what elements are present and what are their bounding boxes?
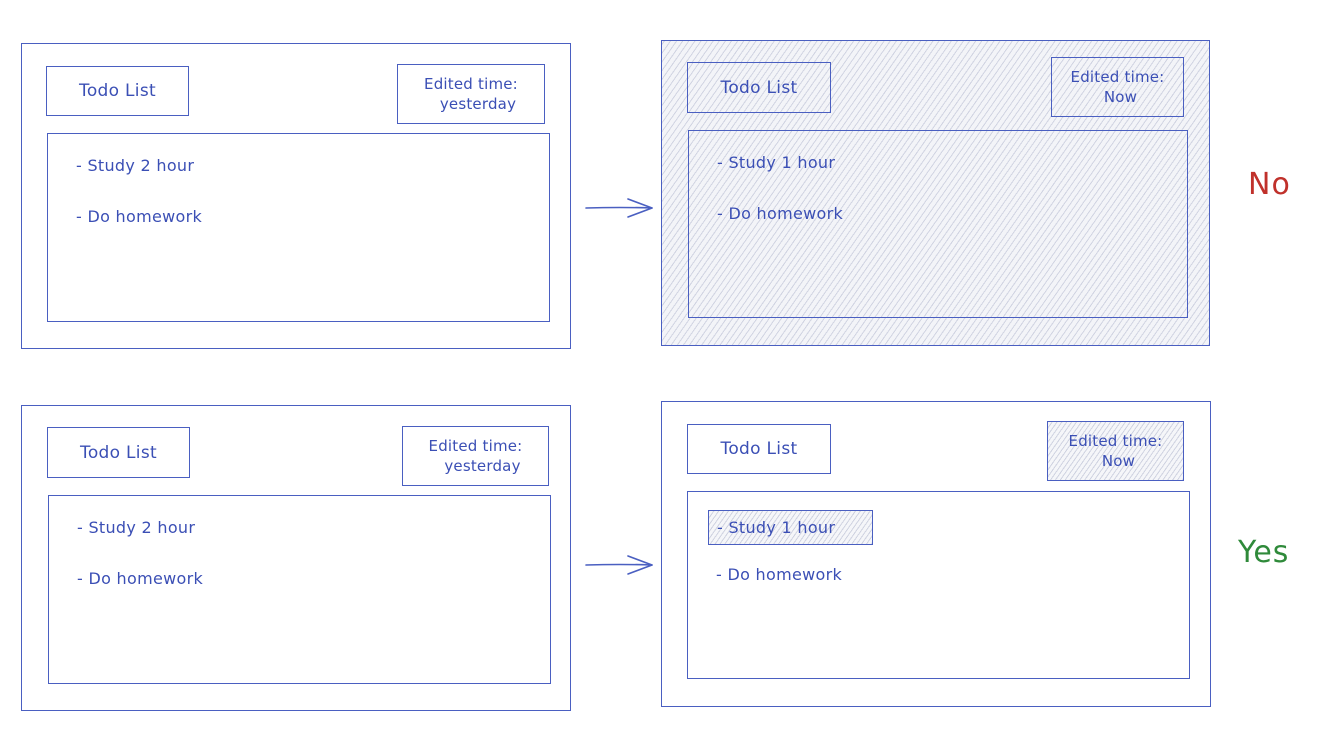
top-after-title-box: Todo List — [687, 62, 831, 113]
bottom-after-time-label: Edited time: — [1068, 431, 1163, 450]
top-before-list-box: - Study 2 hour - Do homework — [47, 133, 550, 322]
top-before-time-value: yesterday — [439, 95, 517, 113]
top-before-card: Todo List Edited time: yesterday - Study… — [21, 43, 571, 349]
bottom-after-item-1-highlight: - Study 1 hour — [708, 510, 873, 545]
bottom-after-list-box: - Study 1 hour - Do homework — [687, 491, 1190, 679]
bottom-before-item-1: - Study 2 hour — [77, 518, 196, 537]
bottom-after-time-value: Now — [1101, 452, 1136, 470]
bottom-before-time-value: yesterday — [444, 457, 521, 475]
bottom-before-title: Todo List — [80, 442, 157, 463]
top-before-item-1: - Study 2 hour — [76, 156, 195, 175]
bottom-before-title-box: Todo List — [47, 427, 190, 478]
bottom-after-time-box: Edited time: Now — [1047, 421, 1184, 481]
verdict-yes: Yes — [1238, 535, 1290, 570]
top-after-time-box: Edited time: Now — [1051, 57, 1184, 117]
bottom-arrow-icon — [585, 555, 653, 575]
bottom-after-item-2: - Do homework — [716, 565, 843, 584]
bottom-before-card: Todo List Edited time: yesterday - Study… — [21, 405, 571, 711]
top-after-list-box: - Study 1 hour - Do homework — [688, 130, 1188, 318]
top-after-title: Todo List — [720, 77, 798, 98]
bottom-before-time-box: Edited time: yesterday — [402, 426, 549, 486]
bottom-after-title: Todo List — [720, 439, 798, 459]
bottom-before-item-2: - Do homework — [77, 569, 204, 588]
top-before-time-label: Edited time: — [424, 74, 518, 93]
top-after-card: Todo List Edited time: Now - Study 1 hou… — [661, 40, 1210, 346]
top-before-title-box: Todo List — [46, 66, 189, 116]
top-after-time-label: Edited time: — [1070, 67, 1165, 86]
top-before-time-box: Edited time: yesterday — [397, 64, 545, 124]
bottom-after-item-1: - Study 1 hour — [717, 518, 836, 537]
top-after-item-1: - Study 1 hour — [717, 153, 836, 172]
top-before-title: Todo List — [79, 81, 156, 101]
bottom-after-card: Todo List Edited time: Now - Study 1 hou… — [661, 401, 1211, 707]
top-after-time-value: Now — [1103, 88, 1138, 106]
top-after-item-2: - Do homework — [717, 204, 844, 223]
bottom-before-list-box: - Study 2 hour - Do homework — [48, 495, 551, 684]
bottom-after-title-box: Todo List — [687, 424, 831, 474]
top-before-item-2: - Do homework — [76, 207, 203, 226]
verdict-no: No — [1248, 167, 1291, 202]
bottom-before-time-label: Edited time: — [428, 436, 523, 455]
top-arrow-icon — [585, 198, 653, 218]
